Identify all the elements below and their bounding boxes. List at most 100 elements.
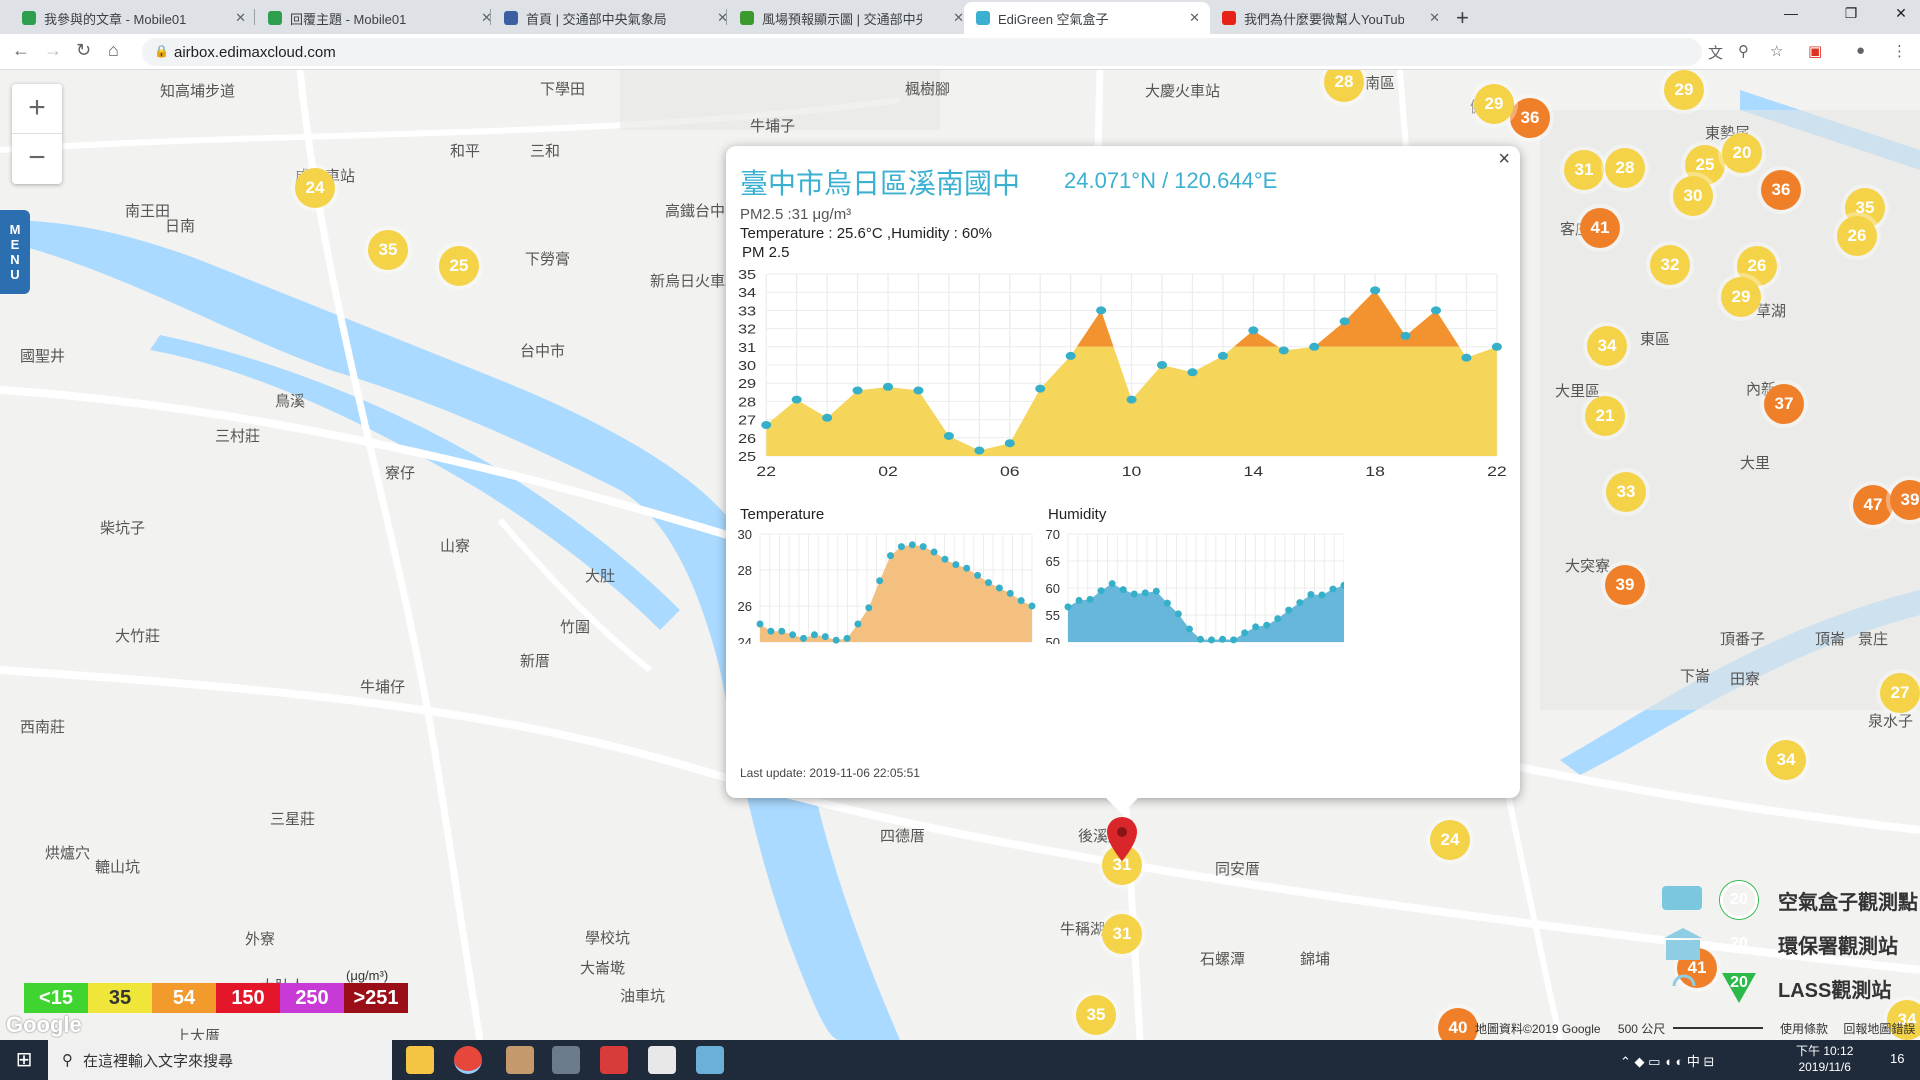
zoom-control: + −: [12, 84, 62, 184]
chrome-icon[interactable]: [454, 1046, 482, 1074]
pm25-station-marker[interactable]: 26: [1837, 216, 1877, 256]
menu-dots-icon[interactable]: ⋮: [1892, 42, 1907, 60]
new-tab-button[interactable]: +: [1456, 5, 1469, 31]
data-point: [1152, 587, 1160, 595]
zoom-in-button[interactable]: +: [12, 84, 62, 134]
lock-icon[interactable]: 🔒: [154, 44, 169, 58]
taskbar-search-box[interactable]: ⚲ 在這裡輸入文字來搜尋: [48, 1040, 392, 1080]
tab-separator: [490, 9, 491, 25]
translate-icon[interactable]: 文: [1708, 42, 1723, 63]
pm25-station-marker[interactable]: 24: [295, 168, 335, 208]
pm25-station-marker[interactable]: 33: [1606, 472, 1646, 512]
epa-badge: 20: [1718, 923, 1760, 965]
pm25-station-marker[interactable]: 24: [1430, 820, 1470, 860]
data-point: [821, 633, 829, 641]
taskbar-clock[interactable]: 下午 10:12 2019/11/6: [1796, 1043, 1853, 1075]
selected-station-marker[interactable]: 31: [1102, 914, 1142, 954]
pm25-station-marker[interactable]: 29: [1474, 84, 1514, 124]
pm25-station-marker[interactable]: 21: [1585, 396, 1625, 436]
close-window-button[interactable]: ✕: [1886, 5, 1916, 22]
tab-close-icon[interactable]: ✕: [1189, 10, 1200, 26]
app-icon[interactable]: [506, 1046, 534, 1074]
file-explorer-icon[interactable]: [406, 1046, 434, 1074]
pm25-station-marker[interactable]: 27: [1880, 673, 1920, 713]
pm25-station-marker[interactable]: 25: [439, 246, 479, 286]
report-error-link[interactable]: 回報地圖錯誤: [1843, 1022, 1915, 1036]
notification-icon[interactable]: 16: [1890, 1051, 1904, 1066]
browser-tab[interactable]: 風場預報顯示圖 | 交通部中央氣... ✕: [728, 2, 974, 34]
side-menu-button[interactable]: M E N U: [0, 210, 30, 294]
start-button-icon[interactable]: ⊞: [0, 1040, 48, 1080]
tab-label: 我們為什麼要微幫人YouTube中...: [1244, 11, 1404, 27]
data-point: [882, 382, 894, 391]
tab-close-icon[interactable]: ✕: [953, 10, 964, 26]
data-point: [1035, 384, 1046, 393]
pm25-station-marker[interactable]: 32: [1650, 245, 1690, 285]
app-icon[interactable]: [600, 1046, 628, 1074]
tab-close-icon[interactable]: ✕: [235, 10, 246, 26]
pm25-station-marker[interactable]: 36: [1510, 98, 1550, 138]
photos-icon[interactable]: [648, 1046, 676, 1074]
pm25-station-marker[interactable]: 20: [1722, 133, 1762, 173]
map-place-label: 外寮: [245, 931, 276, 948]
pm25-station-marker[interactable]: 35: [368, 230, 408, 270]
pm25-station-marker[interactable]: 29: [1721, 277, 1761, 317]
browser-tab[interactable]: EdiGreen 空氣盒子 ✕: [964, 2, 1210, 34]
pm25-station-marker[interactable]: 34: [1766, 740, 1806, 780]
pm25-station-marker[interactable]: 35: [1076, 995, 1116, 1035]
pm25-station-marker[interactable]: 34: [1587, 326, 1627, 366]
map-place-label: 下勞膏: [525, 251, 571, 268]
map-place-label: 轆山坑: [95, 859, 141, 876]
bookmark-star-icon[interactable]: ☆: [1770, 42, 1783, 60]
back-icon[interactable]: ←: [12, 40, 30, 61]
pm25-station-marker[interactable]: 28: [1605, 148, 1645, 188]
system-tray[interactable]: ⌃ ◆ ▭ ◖ ◐ 中 ⊟: [1620, 1051, 1714, 1070]
address-bar[interactable]: 🔒 airbox.edimaxcloud.com: [142, 38, 1702, 66]
y-tick-label: 50: [1046, 635, 1060, 644]
browser-tab[interactable]: 我們為什麼要微幫人YouTube中... ✕: [1210, 2, 1450, 34]
home-icon[interactable]: ⌂: [108, 40, 119, 61]
app-icon[interactable]: [696, 1046, 724, 1074]
zoom-icon[interactable]: ⚲: [1738, 42, 1749, 60]
data-point: [789, 631, 797, 639]
data-point: [1329, 585, 1337, 593]
browser-tab[interactable]: 我參與的文章 - Mobile01 ✕: [10, 2, 256, 34]
data-point: [1285, 606, 1293, 614]
pm25-station-marker[interactable]: 31: [1564, 150, 1604, 190]
minimize-button[interactable]: —: [1776, 5, 1806, 21]
reload-icon[interactable]: ↻: [76, 40, 91, 61]
pm25-station-marker[interactable]: 30: [1673, 176, 1713, 216]
zoom-out-button[interactable]: −: [12, 134, 62, 184]
tab-close-icon[interactable]: ✕: [1429, 10, 1440, 26]
data-point: [1126, 395, 1137, 404]
airbox-icon: [1662, 886, 1702, 910]
pm25-station-marker[interactable]: 41: [1580, 208, 1620, 248]
y-tick-label: 70: [1046, 527, 1060, 542]
pm25-station-marker[interactable]: 37: [1764, 384, 1804, 424]
data-point: [1156, 361, 1168, 369]
pm25-station-marker[interactable]: 47: [1853, 485, 1893, 525]
maximize-button[interactable]: ❐: [1836, 5, 1866, 22]
url-text[interactable]: airbox.edimaxcloud.com: [174, 44, 336, 61]
pm25-station-marker[interactable]: 39: [1605, 565, 1645, 605]
browser-tab[interactable]: 首頁 | 交通部中央氣象局 ✕: [492, 2, 738, 34]
pm25-station-marker[interactable]: 29: [1664, 70, 1704, 110]
scale-bar: [1672, 1027, 1763, 1030]
data-point: [1309, 342, 1320, 351]
temperature-chart: 24 26 28 30: [738, 527, 1036, 644]
forward-icon[interactable]: →: [44, 40, 62, 61]
data-point: [1187, 368, 1198, 377]
y-tick-label: 60: [1046, 581, 1060, 596]
map-place-label: 新厝: [520, 653, 551, 670]
popup-close-button[interactable]: ×: [1498, 148, 1510, 171]
location-pin-icon[interactable]: [1106, 817, 1138, 861]
app-icon[interactable]: [552, 1046, 580, 1074]
tab-label: 回覆主題 - Mobile01: [290, 11, 407, 27]
pm25-station-marker[interactable]: 40: [1438, 1008, 1478, 1040]
pm25-station-marker[interactable]: 36: [1761, 170, 1801, 210]
extension-icon[interactable]: ▣: [1808, 42, 1822, 60]
profile-icon[interactable]: ●: [1856, 42, 1865, 59]
browser-tab[interactable]: 回覆主題 - Mobile01 ✕: [256, 2, 502, 34]
map-place-label: 下學田: [540, 81, 586, 98]
terms-link[interactable]: 使用條款: [1780, 1022, 1828, 1036]
